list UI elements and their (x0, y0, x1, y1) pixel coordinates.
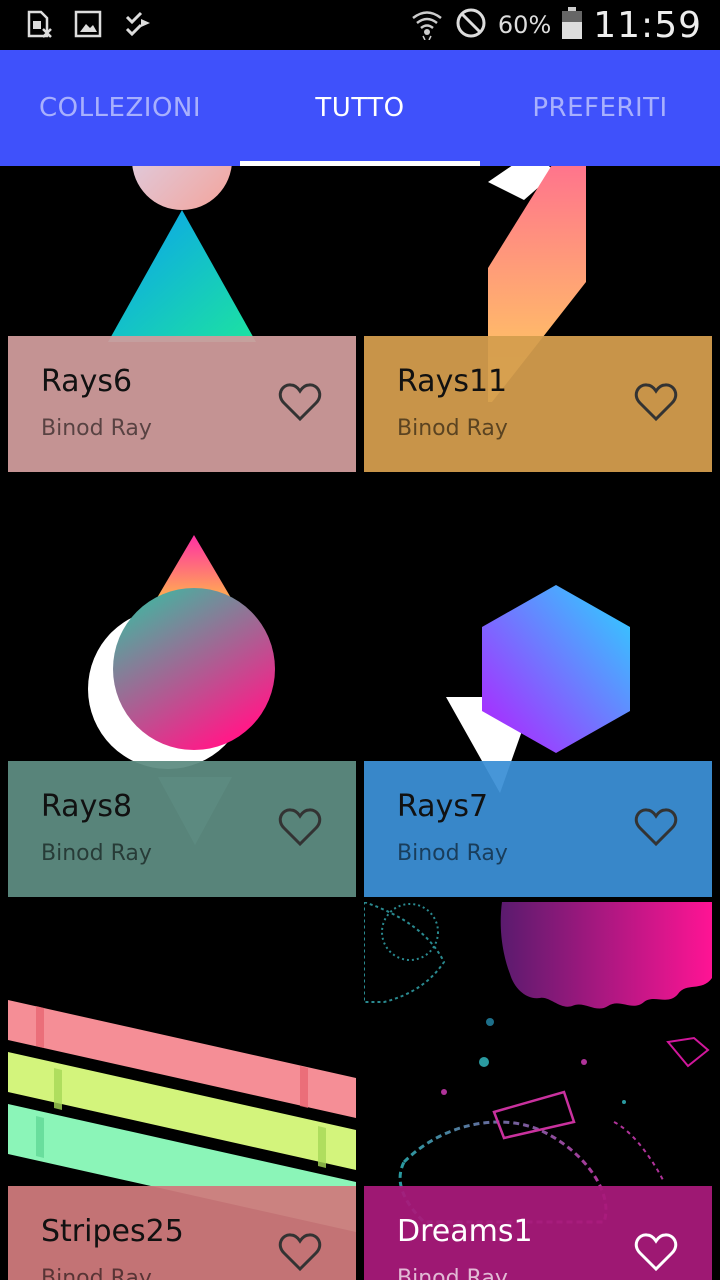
tab-bar: COLLEZIONI TUTTO PREFERITI (0, 50, 720, 166)
wallpaper-card-dreams1[interactable]: Dreams1 Binod Ray (364, 902, 712, 1280)
card-info-panel: Dreams1 Binod Ray (364, 1186, 712, 1280)
notification-icons (22, 8, 154, 40)
wallpaper-card-rays8[interactable]: Rays8 Binod Ray (8, 477, 356, 897)
wifi-icon (410, 6, 444, 44)
battery-percent: 60% (497, 11, 552, 39)
tab-tutto[interactable]: TUTTO (240, 50, 480, 166)
heart-outline-icon[interactable] (634, 1232, 678, 1272)
tab-preferiti[interactable]: PREFERITI (480, 50, 720, 166)
wallpaper-author: Binod Ray (397, 1266, 508, 1280)
wallpaper-title: Rays11 (397, 364, 508, 399)
wallpaper-author: Binod Ray (41, 1266, 152, 1280)
card-info-panel: Stripes25 Binod Ray (8, 1186, 356, 1280)
battery-icon (561, 6, 583, 44)
heart-outline-icon[interactable] (278, 1232, 322, 1272)
wallpaper-title: Rays8 (41, 789, 133, 824)
card-info-panel: Rays6 Binod Ray (8, 336, 356, 472)
status-bar: 60% 11:59 (0, 0, 720, 50)
wallpaper-author: Binod Ray (41, 841, 152, 866)
image-icon (72, 8, 104, 40)
heart-outline-icon[interactable] (634, 382, 678, 422)
wallpaper-author: Binod Ray (397, 841, 508, 866)
wallpaper-card-rays6[interactable]: Rays6 Binod Ray (8, 166, 356, 472)
wallpaper-title: Rays7 (397, 789, 489, 824)
card-info-panel: Rays7 Binod Ray (364, 761, 712, 897)
heart-outline-icon[interactable] (278, 807, 322, 847)
wallpaper-title: Stripes25 (41, 1214, 184, 1249)
wallpaper-card-stripes25[interactable]: Stripes25 Binod Ray (8, 902, 356, 1280)
wallpaper-author: Binod Ray (397, 416, 508, 441)
wallpaper-card-rays11[interactable]: Rays11 Binod Ray (364, 166, 712, 472)
wallpaper-title: Dreams1 (397, 1214, 533, 1249)
wallpaper-card-rays7[interactable]: Rays7 Binod Ray (364, 477, 712, 897)
card-info-panel: Rays11 Binod Ray (364, 336, 712, 472)
heart-outline-icon[interactable] (278, 382, 322, 422)
do-not-disturb-icon (454, 6, 488, 44)
heart-outline-icon[interactable] (634, 807, 678, 847)
checklist-icon (122, 8, 154, 40)
card-info-panel: Rays8 Binod Ray (8, 761, 356, 897)
clock: 11:59 (593, 4, 702, 46)
wallpaper-author: Binod Ray (41, 416, 152, 441)
tab-collezioni[interactable]: COLLEZIONI (0, 50, 240, 166)
wallpaper-grid: Rays6 Binod Ray Rays11 Binod Ray Rays8 B… (0, 166, 720, 1280)
wallpaper-title: Rays6 (41, 364, 133, 399)
sim-error-icon (22, 8, 54, 40)
